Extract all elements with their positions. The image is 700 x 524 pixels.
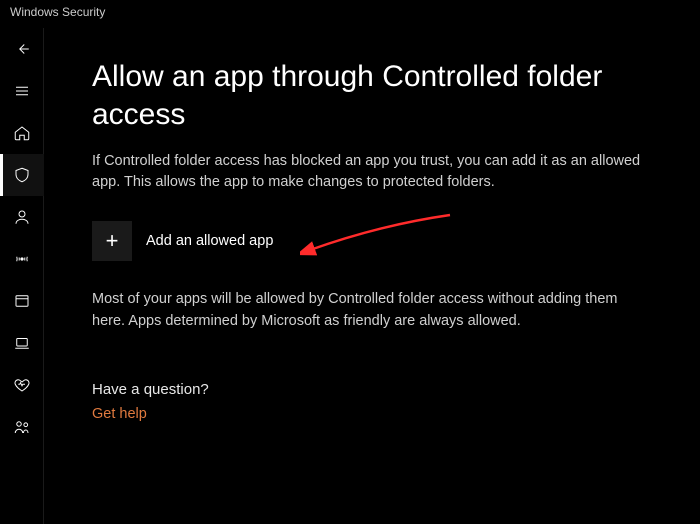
laptop-icon: [13, 334, 31, 352]
sidebar: [0, 28, 44, 524]
main-content: Allow an app through Controlled folder a…: [44, 28, 700, 524]
sidebar-item-firewall[interactable]: [0, 238, 44, 280]
back-button[interactable]: [0, 28, 44, 70]
sidebar-item-virus-threat[interactable]: [0, 154, 44, 196]
sidebar-item-family[interactable]: [0, 406, 44, 448]
family-icon: [13, 418, 31, 436]
hamburger-icon: [13, 82, 31, 100]
add-allowed-app-button[interactable]: + Add an allowed app: [92, 221, 652, 261]
add-allowed-app-label: Add an allowed app: [146, 233, 273, 249]
shield-icon: [13, 166, 31, 184]
sidebar-item-device-security[interactable]: [0, 322, 44, 364]
plus-icon: +: [92, 221, 132, 261]
arrow-left-icon: [13, 40, 31, 58]
window-icon: [13, 292, 31, 310]
home-icon: [13, 124, 31, 142]
info-text: Most of your apps will be allowed by Con…: [92, 289, 652, 333]
person-icon: [13, 208, 31, 226]
menu-button[interactable]: [0, 70, 44, 112]
sidebar-item-device-performance[interactable]: [0, 364, 44, 406]
sidebar-item-account[interactable]: [0, 196, 44, 238]
antenna-icon: [13, 250, 31, 268]
question-heading: Have a question?: [92, 381, 652, 398]
page-title: Allow an app through Controlled folder a…: [92, 58, 652, 133]
page-description: If Controlled folder access has blocked …: [92, 151, 652, 193]
sidebar-item-app-browser[interactable]: [0, 280, 44, 322]
heart-icon: [13, 376, 31, 394]
sidebar-item-home[interactable]: [0, 112, 44, 154]
window-title: Windows Security: [0, 0, 700, 28]
get-help-link[interactable]: Get help: [92, 406, 652, 422]
